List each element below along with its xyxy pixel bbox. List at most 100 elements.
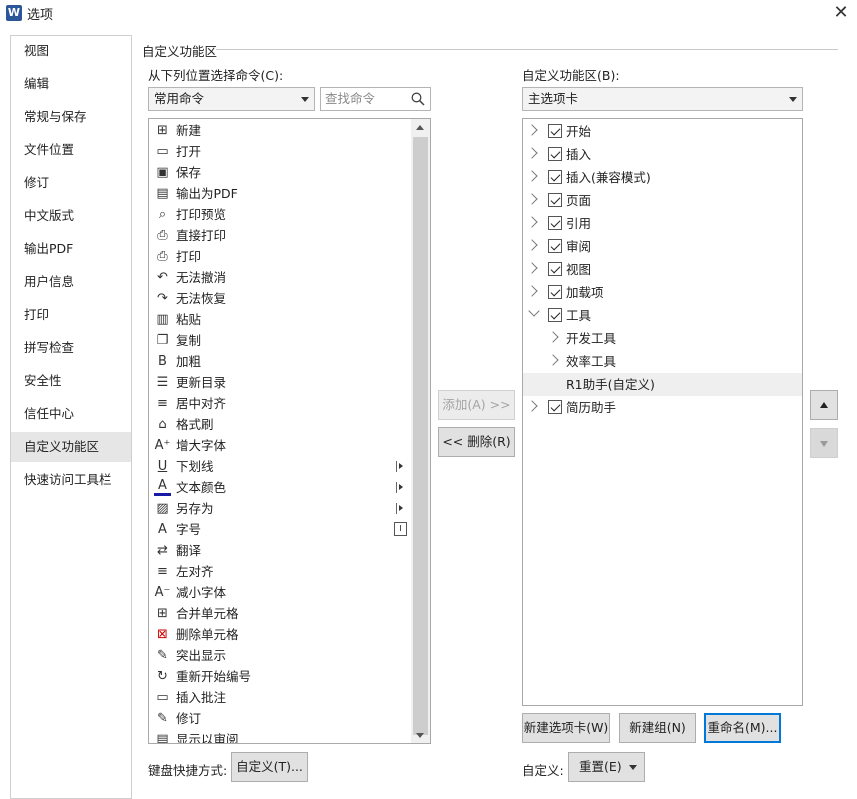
- ribbon-tabs-select[interactable]: 主选项卡: [522, 87, 803, 111]
- nav-item-revision[interactable]: 修订: [11, 168, 131, 198]
- chevron-right-icon[interactable]: [547, 354, 559, 366]
- nav-item-general-save[interactable]: 常规与保存: [11, 102, 131, 132]
- checkbox-checked[interactable]: [548, 400, 562, 414]
- command-item[interactable]: ⊠ 删除单元格: [149, 624, 412, 645]
- tree-node-insert-compat[interactable]: 插入(兼容模式): [523, 166, 802, 189]
- command-item[interactable]: A⁺ 增大字体: [149, 435, 412, 456]
- search-icon[interactable]: [411, 92, 425, 106]
- move-down-button[interactable]: [810, 428, 838, 458]
- scroll-up-arrow-icon[interactable]: [416, 125, 424, 130]
- tree-node-developer-tools[interactable]: 开发工具: [523, 327, 802, 350]
- tree-node-page[interactable]: 页面: [523, 189, 802, 212]
- chevron-right-icon[interactable]: [526, 285, 538, 297]
- command-source-select[interactable]: 常用命令: [148, 87, 315, 111]
- tree-node-references[interactable]: 引用: [523, 212, 802, 235]
- command-item[interactable]: ✎ 突出显示: [149, 645, 412, 666]
- command-item[interactable]: A 文本颜色: [149, 477, 412, 498]
- nav-item-security[interactable]: 安全性: [11, 366, 131, 396]
- command-item[interactable]: ↻ 重新开始编号: [149, 666, 412, 687]
- checkbox-checked[interactable]: [548, 216, 562, 230]
- checkbox-checked[interactable]: [548, 285, 562, 299]
- rename-button[interactable]: 重命名(M)...: [704, 713, 781, 743]
- command-item[interactable]: ↷ 无法恢复: [149, 288, 412, 309]
- remove-button[interactable]: << 删除(R): [438, 427, 515, 457]
- command-item[interactable]: A⁻ 减小字体: [149, 582, 412, 603]
- command-item[interactable]: ⎙ 打印: [149, 246, 412, 267]
- nav-item-output-pdf[interactable]: 输出PDF: [11, 234, 131, 264]
- chevron-right-icon[interactable]: [526, 124, 538, 136]
- command-item[interactable]: ▨ 另存为: [149, 498, 412, 519]
- command-item[interactable]: ▭ 插入批注: [149, 687, 412, 708]
- tree-node-r1-assistant[interactable]: R1助手(自定义): [523, 373, 802, 396]
- chevron-right-icon[interactable]: [547, 331, 559, 343]
- command-item[interactable]: ≡ 左对齐: [149, 561, 412, 582]
- chevron-right-icon[interactable]: [526, 262, 538, 274]
- checkbox-checked[interactable]: [548, 239, 562, 253]
- command-search-input[interactable]: 查找命令: [320, 87, 431, 111]
- scrollbar-thumb[interactable]: [413, 137, 428, 735]
- tree-node-resume-assistant[interactable]: 简历助手: [523, 396, 802, 419]
- move-up-button[interactable]: [810, 390, 838, 420]
- nav-item-quick-access-toolbar[interactable]: 快速访问工具栏: [11, 465, 131, 495]
- command-list[interactable]: ⊞ 新建 ▭ 打开 ▣ 保存 ▤ 输出为PDF ⌕ 打印预览 ⎙ 直接打印 ⎙ 打印 ↶ 无法撤…: [148, 118, 431, 744]
- command-item[interactable]: ⊞ 新建: [149, 120, 412, 141]
- new-group-button[interactable]: 新建组(N): [619, 713, 696, 743]
- chevron-right-icon[interactable]: [526, 170, 538, 182]
- checkbox-checked[interactable]: [548, 308, 562, 322]
- checkbox-checked[interactable]: [548, 193, 562, 207]
- checkbox-checked[interactable]: [548, 170, 562, 184]
- chevron-right-icon[interactable]: [526, 193, 538, 205]
- command-item[interactable]: ⌂ 格式刷: [149, 414, 412, 435]
- command-label: 打印: [176, 249, 202, 264]
- command-item[interactable]: ⇄ 翻译: [149, 540, 412, 561]
- ribbon-tree[interactable]: 开始 插入 插入(兼容模式) 页面 引用 审阅 视图 加载项 工具 开发工具 效…: [522, 118, 803, 706]
- chevron-right-icon[interactable]: [526, 147, 538, 159]
- command-item[interactable]: ☰ 更新目录: [149, 372, 412, 393]
- command-item[interactable]: ⊞ 合并单元格: [149, 603, 412, 624]
- chevron-down-icon[interactable]: [528, 305, 540, 317]
- tree-node-review[interactable]: 审阅: [523, 235, 802, 258]
- command-item[interactable]: ▤ 输出为PDF: [149, 183, 412, 204]
- nav-item-trust-center[interactable]: 信任中心: [11, 399, 131, 429]
- command-item[interactable]: ▥ 粘贴: [149, 309, 412, 330]
- close-icon[interactable]: ✕: [830, 2, 852, 24]
- command-item[interactable]: ↶ 无法撤消: [149, 267, 412, 288]
- nav-item-customize-ribbon[interactable]: 自定义功能区: [11, 432, 131, 462]
- command-item[interactable]: ▣ 保存: [149, 162, 412, 183]
- checkbox-checked[interactable]: [548, 147, 562, 161]
- tree-node-view[interactable]: 视图: [523, 258, 802, 281]
- command-item[interactable]: B 加粗: [149, 351, 412, 372]
- tree-node-efficiency-tools[interactable]: 效率工具: [523, 350, 802, 373]
- chevron-right-icon[interactable]: [526, 400, 538, 412]
- nav-item-user-info[interactable]: 用户信息: [11, 267, 131, 297]
- scroll-down-arrow-icon[interactable]: [416, 733, 424, 738]
- command-item[interactable]: ⎙ 直接打印: [149, 225, 412, 246]
- nav-item-edit[interactable]: 编辑: [11, 69, 131, 99]
- command-item[interactable]: ▭ 打开: [149, 141, 412, 162]
- command-item[interactable]: ⌕ 打印预览: [149, 204, 412, 225]
- command-item[interactable]: A 字号 I: [149, 519, 412, 540]
- add-button[interactable]: 添加(A) >>: [438, 390, 515, 420]
- nav-item-file-location[interactable]: 文件位置: [11, 135, 131, 165]
- command-item[interactable]: U 下划线: [149, 456, 412, 477]
- command-item[interactable]: ✎ 修订: [149, 708, 412, 729]
- command-item[interactable]: ▤ 显示以审阅: [149, 729, 412, 743]
- checkbox-checked[interactable]: [548, 124, 562, 138]
- nav-item-print[interactable]: 打印: [11, 300, 131, 330]
- chevron-right-icon[interactable]: [526, 239, 538, 251]
- command-item[interactable]: ≡ 居中对齐: [149, 393, 412, 414]
- customize-shortcuts-button[interactable]: 自定义(T)...: [231, 752, 308, 782]
- tree-node-tools[interactable]: 工具: [523, 304, 802, 327]
- nav-item-view[interactable]: 视图: [11, 36, 131, 66]
- command-item[interactable]: ❐ 复制: [149, 330, 412, 351]
- chevron-right-icon[interactable]: [526, 216, 538, 228]
- new-tab-button[interactable]: 新建选项卡(W): [522, 713, 610, 743]
- command-source-value: 常用命令: [154, 91, 205, 106]
- tree-node-home[interactable]: 开始: [523, 120, 802, 143]
- reset-dropdown-button[interactable]: 重置(E): [568, 752, 645, 782]
- nav-item-spell-check[interactable]: 拼写检查: [11, 333, 131, 363]
- nav-item-chinese-layout[interactable]: 中文版式: [11, 201, 131, 231]
- tree-node-addins[interactable]: 加载项: [523, 281, 802, 304]
- tree-node-insert[interactable]: 插入: [523, 143, 802, 166]
- checkbox-checked[interactable]: [548, 262, 562, 276]
